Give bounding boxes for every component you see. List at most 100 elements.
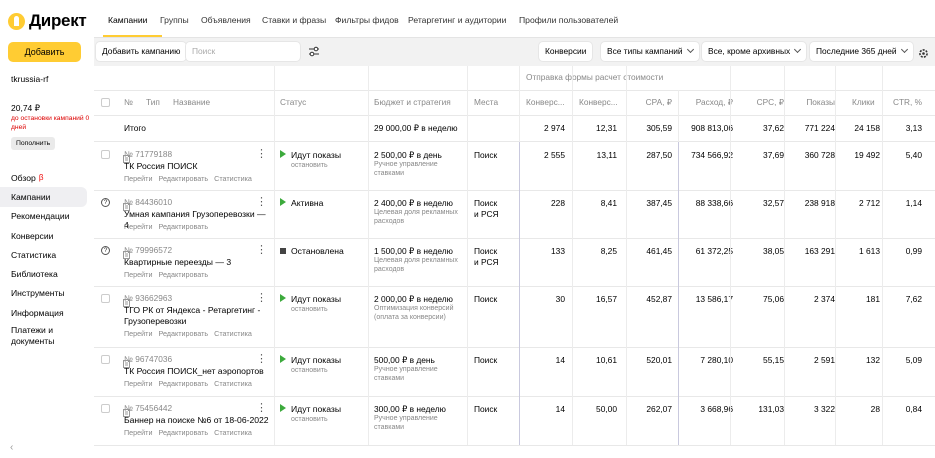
header-cpa[interactable]: CPA, ₽ [646, 97, 672, 107]
header-budget[interactable]: Бюджет и стратегия [374, 97, 451, 107]
budget: 2 500,00 ₽ в день [374, 150, 442, 160]
balance-note: до остановки кампаний 0 дней [11, 115, 90, 131]
topup-button[interactable]: Пополнить [11, 137, 56, 150]
row-link-go[interactable]: Перейти [124, 222, 152, 231]
header-type[interactable]: Тип [146, 97, 160, 107]
header-cpc[interactable]: CPC, ₽ [757, 97, 784, 107]
row-link-stats[interactable]: Статистика [214, 428, 252, 437]
help-icon[interactable]: ? [101, 198, 110, 207]
stop-campaign-link[interactable]: остановить [291, 306, 328, 313]
row-menu-icon[interactable]: ⋮ [256, 245, 267, 256]
sidebar-item-statistics[interactable]: Статистика [0, 245, 94, 264]
campaign-name[interactable]: ТГО РК от Яндекса - Ретаргетинг - Грузоп… [124, 305, 269, 327]
row-checkbox[interactable] [101, 404, 110, 413]
row-menu-icon[interactable]: ⋮ [256, 354, 267, 365]
header-conversions[interactable]: Конверс... [526, 97, 565, 107]
row-link-edit[interactable]: Редактировать [158, 222, 208, 231]
row-link-stats[interactable]: Статистика [214, 174, 252, 183]
row-link-edit[interactable]: Редактировать [158, 428, 208, 437]
strategy: Целевая доля рекламных расходов [374, 257, 458, 273]
row-menu-icon[interactable]: ⋮ [256, 403, 267, 414]
row-checkbox[interactable] [101, 294, 110, 303]
filter-icon[interactable] [304, 42, 324, 61]
goal-header-gap [678, 66, 679, 90]
archive-filter-dropdown[interactable]: Все, кроме архивных [702, 42, 807, 61]
spend-value: 61 372,25 [695, 246, 733, 256]
tab-retargeting[interactable]: Ретаргетинг и аудитории [408, 15, 506, 25]
add-campaign-button[interactable]: Добавить кампанию [96, 42, 187, 61]
row-menu-icon[interactable]: ⋮ [256, 149, 267, 160]
column-divider [572, 66, 573, 445]
campaign-type-icon [123, 404, 130, 417]
sidebar-item-campaigns[interactable]: Кампании [0, 187, 87, 207]
add-button[interactable]: Добавить [8, 42, 81, 62]
search-input[interactable]: Поиск [186, 42, 300, 61]
campaign-name[interactable]: Баннер на поиске №6 от 18-06-2022 [124, 415, 269, 426]
period-dropdown[interactable]: Последние 365 дней [810, 42, 913, 61]
header-name[interactable]: Название [173, 97, 210, 107]
row-link-go[interactable]: Перейти [124, 270, 152, 279]
row-link-edit[interactable]: Редактировать [158, 379, 208, 388]
header-conversion-rate[interactable]: Конверс... [579, 97, 618, 107]
row-link-go[interactable]: Перейти [124, 428, 152, 437]
campaign-type-icon [123, 355, 130, 368]
sidebar-item-recommendations[interactable]: Рекомендации [0, 207, 94, 226]
row-link-go[interactable]: Перейти [124, 174, 152, 183]
tab-feed-filters[interactable]: Фильтры фидов [335, 15, 399, 25]
header-places[interactable]: Места [474, 97, 498, 107]
column-divider [784, 66, 785, 445]
sidebar-item-library[interactable]: Библиотека [0, 264, 94, 283]
stop-campaign-link[interactable]: остановить [291, 367, 328, 374]
row-link-edit[interactable]: Редактировать [158, 174, 208, 183]
row-link-stats[interactable]: Статистика [214, 329, 252, 338]
sidebar-item-label: Кампании [11, 191, 51, 202]
tab-bids[interactable]: Ставки и фразы [262, 15, 326, 25]
row-checkbox[interactable] [101, 355, 110, 364]
main-area: Кампании Группы Объявления Ставки и фраз… [94, 0, 935, 458]
tab-groups[interactable]: Группы [160, 15, 189, 25]
stop-campaign-link[interactable]: остановить [291, 416, 328, 423]
row-menu-icon[interactable]: ⋮ [256, 293, 267, 304]
row-menu-icon[interactable]: ⋮ [256, 197, 267, 208]
logo[interactable]: Директ [8, 11, 87, 31]
campaign-name[interactable]: Квартирные переезды — 3 [124, 257, 269, 268]
status: Остановлена [280, 246, 344, 256]
header-clicks[interactable]: Клики [852, 97, 875, 107]
header-spend[interactable]: Расход, ₽ [696, 97, 733, 107]
row-link-go[interactable]: Перейти [124, 329, 152, 338]
ctr-value: 1,14 [905, 198, 922, 208]
conversions-button[interactable]: Конверсии [539, 42, 593, 61]
collapse-sidebar-icon[interactable]: ‹ [10, 442, 13, 453]
tab-campaigns[interactable]: Кампании [108, 15, 147, 25]
row-link-go[interactable]: Перейти [124, 379, 152, 388]
clicks-value: 19 492 [854, 150, 880, 160]
header-impressions[interactable]: Показы [806, 97, 835, 107]
sidebar-item-conversions[interactable]: Конверсии [0, 226, 94, 245]
status-label: Идут показы [291, 150, 341, 160]
select-all-checkbox[interactable] [101, 98, 110, 107]
stop-campaign-link[interactable]: остановить [291, 162, 328, 169]
header-status[interactable]: Статус [280, 97, 306, 107]
sidebar-item-info[interactable]: Информация [0, 303, 94, 322]
row-link-edit[interactable]: Редактировать [158, 329, 208, 338]
clicks-value: 1 613 [859, 246, 880, 256]
sidebar-item-tools[interactable]: Инструменты [0, 284, 94, 303]
gear-icon[interactable] [918, 46, 929, 58]
stop-icon [280, 248, 286, 254]
tab-ads[interactable]: Объявления [201, 15, 251, 25]
sidebar-item-payments[interactable]: Платежи и документы [0, 322, 94, 350]
help-icon[interactable]: ? [101, 246, 110, 255]
row-link-stats[interactable]: Статистика [214, 379, 252, 388]
campaign-name[interactable]: ТК Россия ПОИСК [124, 161, 269, 172]
cpc-value: 38,05 [763, 246, 784, 256]
row-checkbox[interactable] [101, 150, 110, 159]
sidebar-item-overview[interactable]: Обзор β [0, 168, 94, 187]
campaign-name[interactable]: ТК Россия ПОИСК_нет аэропортов [124, 366, 269, 377]
account-login[interactable]: tkrussia-rf [11, 74, 48, 84]
tab-user-profiles[interactable]: Профили пользователей [519, 15, 618, 25]
campaign-types-dropdown[interactable]: Все типы кампаний [601, 42, 699, 61]
impressions-value: 3 322 [814, 404, 835, 414]
header-ctr[interactable]: CTR, % [893, 97, 922, 107]
row-link-edit[interactable]: Редактировать [158, 270, 208, 279]
conversions-value: 2 555 [544, 150, 565, 160]
